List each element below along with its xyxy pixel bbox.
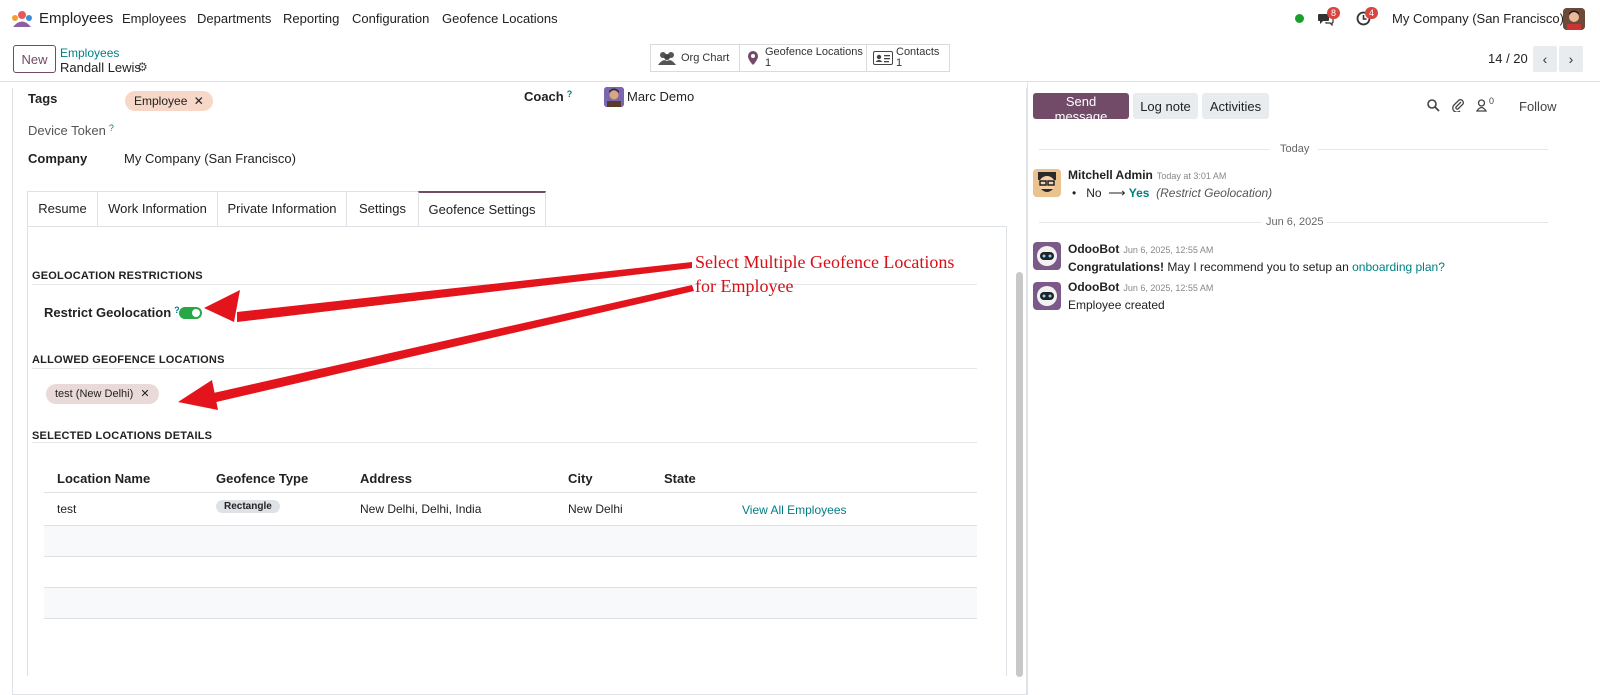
day-divider: [1327, 222, 1548, 223]
company-switcher[interactable]: My Company (San Francisco): [1392, 11, 1564, 26]
message-author[interactable]: OdooBot Jun 6, 2025, 12:55 AM: [1068, 280, 1213, 294]
day-label-today: Today: [1280, 143, 1310, 155]
followers-icon[interactable]: [1476, 99, 1487, 112]
message-body: Congratulations! May I recommend you to …: [1068, 260, 1445, 274]
day-divider: [1039, 149, 1269, 150]
message-timestamp: Jun 6, 2025, 12:55 AM: [1123, 283, 1214, 293]
annotation-text-line1: Select Multiple Geofence Locations: [695, 252, 955, 272]
day-divider: [1039, 222, 1261, 223]
message-author[interactable]: OdooBot Jun 6, 2025, 12:55 AM: [1068, 242, 1213, 256]
annotation-text-line2: for Employee: [695, 276, 794, 296]
search-icon[interactable]: [1427, 99, 1440, 112]
pager-next-button[interactable]: ›: [1559, 46, 1583, 72]
chevron-right-icon: ›: [1568, 51, 1574, 67]
presence-status-icon: [1295, 14, 1304, 23]
odoobot-avatar[interactable]: [1033, 282, 1061, 310]
send-message-button[interactable]: Send message: [1033, 93, 1129, 124]
followers-count: 0: [1489, 96, 1495, 106]
message-body: Employee created: [1068, 298, 1165, 312]
chevron-left-icon: ‹: [1542, 51, 1548, 67]
message-timestamp: Jun 6, 2025, 12:55 AM: [1123, 245, 1214, 255]
odoobot-avatar[interactable]: [1033, 242, 1061, 270]
day-label-date: Jun 6, 2025: [1266, 216, 1324, 228]
annotation-arrows: [178, 262, 694, 410]
message-timestamp: Today at 3:01 AM: [1156, 171, 1227, 181]
user-avatar[interactable]: [1563, 8, 1585, 30]
pager-value[interactable]: 14 / 20: [1488, 51, 1528, 66]
tracking-change: • No ⟶ Yes (Restrict Geolocation): [1072, 186, 1273, 200]
log-note-button[interactable]: Log note: [1133, 93, 1198, 119]
activities-button[interactable]: Activities: [1202, 93, 1269, 119]
onboarding-plan-link[interactable]: onboarding plan?: [1352, 260, 1445, 274]
arrow-right-icon: ⟶: [1108, 186, 1126, 200]
message-author[interactable]: Mitchell Admin Today at 3:01 AM: [1068, 168, 1226, 182]
follow-button[interactable]: Follow: [1519, 99, 1557, 114]
day-divider: [1318, 149, 1548, 150]
pager-previous-button[interactable]: ‹: [1533, 46, 1557, 72]
paperclip-icon[interactable]: [1452, 98, 1464, 112]
mitchell-admin-avatar[interactable]: [1033, 169, 1061, 197]
activities-badge: 4: [1365, 7, 1379, 19]
messages-badge: 8: [1327, 7, 1341, 19]
